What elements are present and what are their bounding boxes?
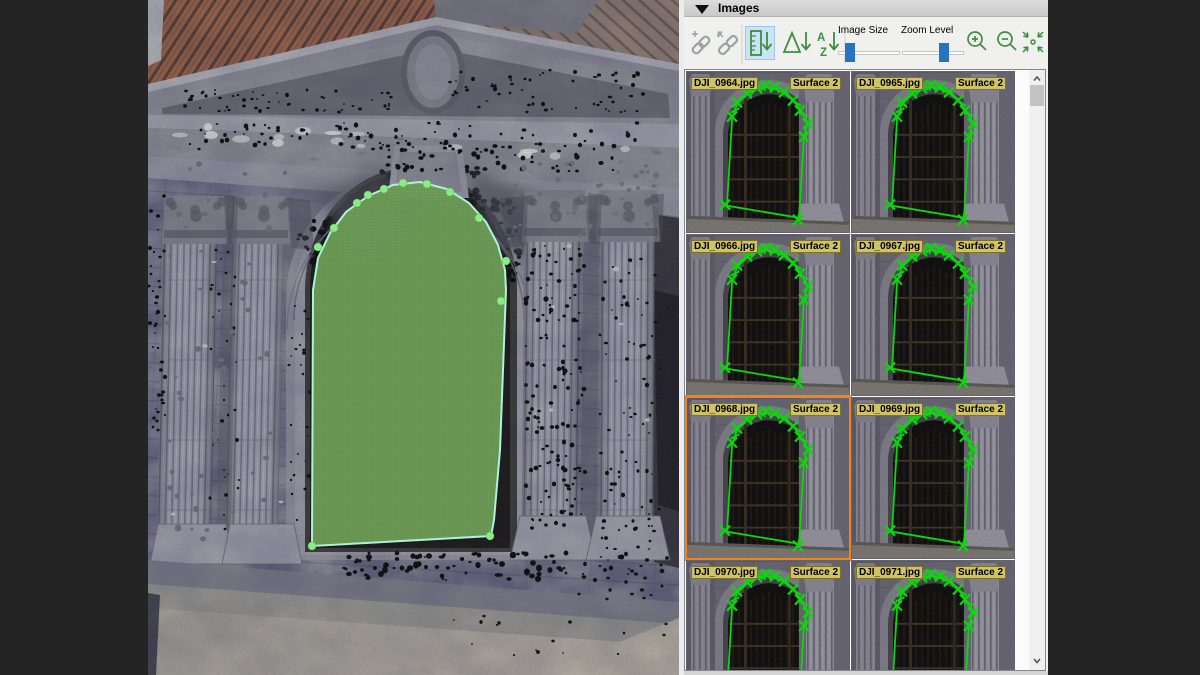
svg-text:Z: Z bbox=[820, 47, 827, 59]
svg-text:A: A bbox=[817, 32, 825, 44]
